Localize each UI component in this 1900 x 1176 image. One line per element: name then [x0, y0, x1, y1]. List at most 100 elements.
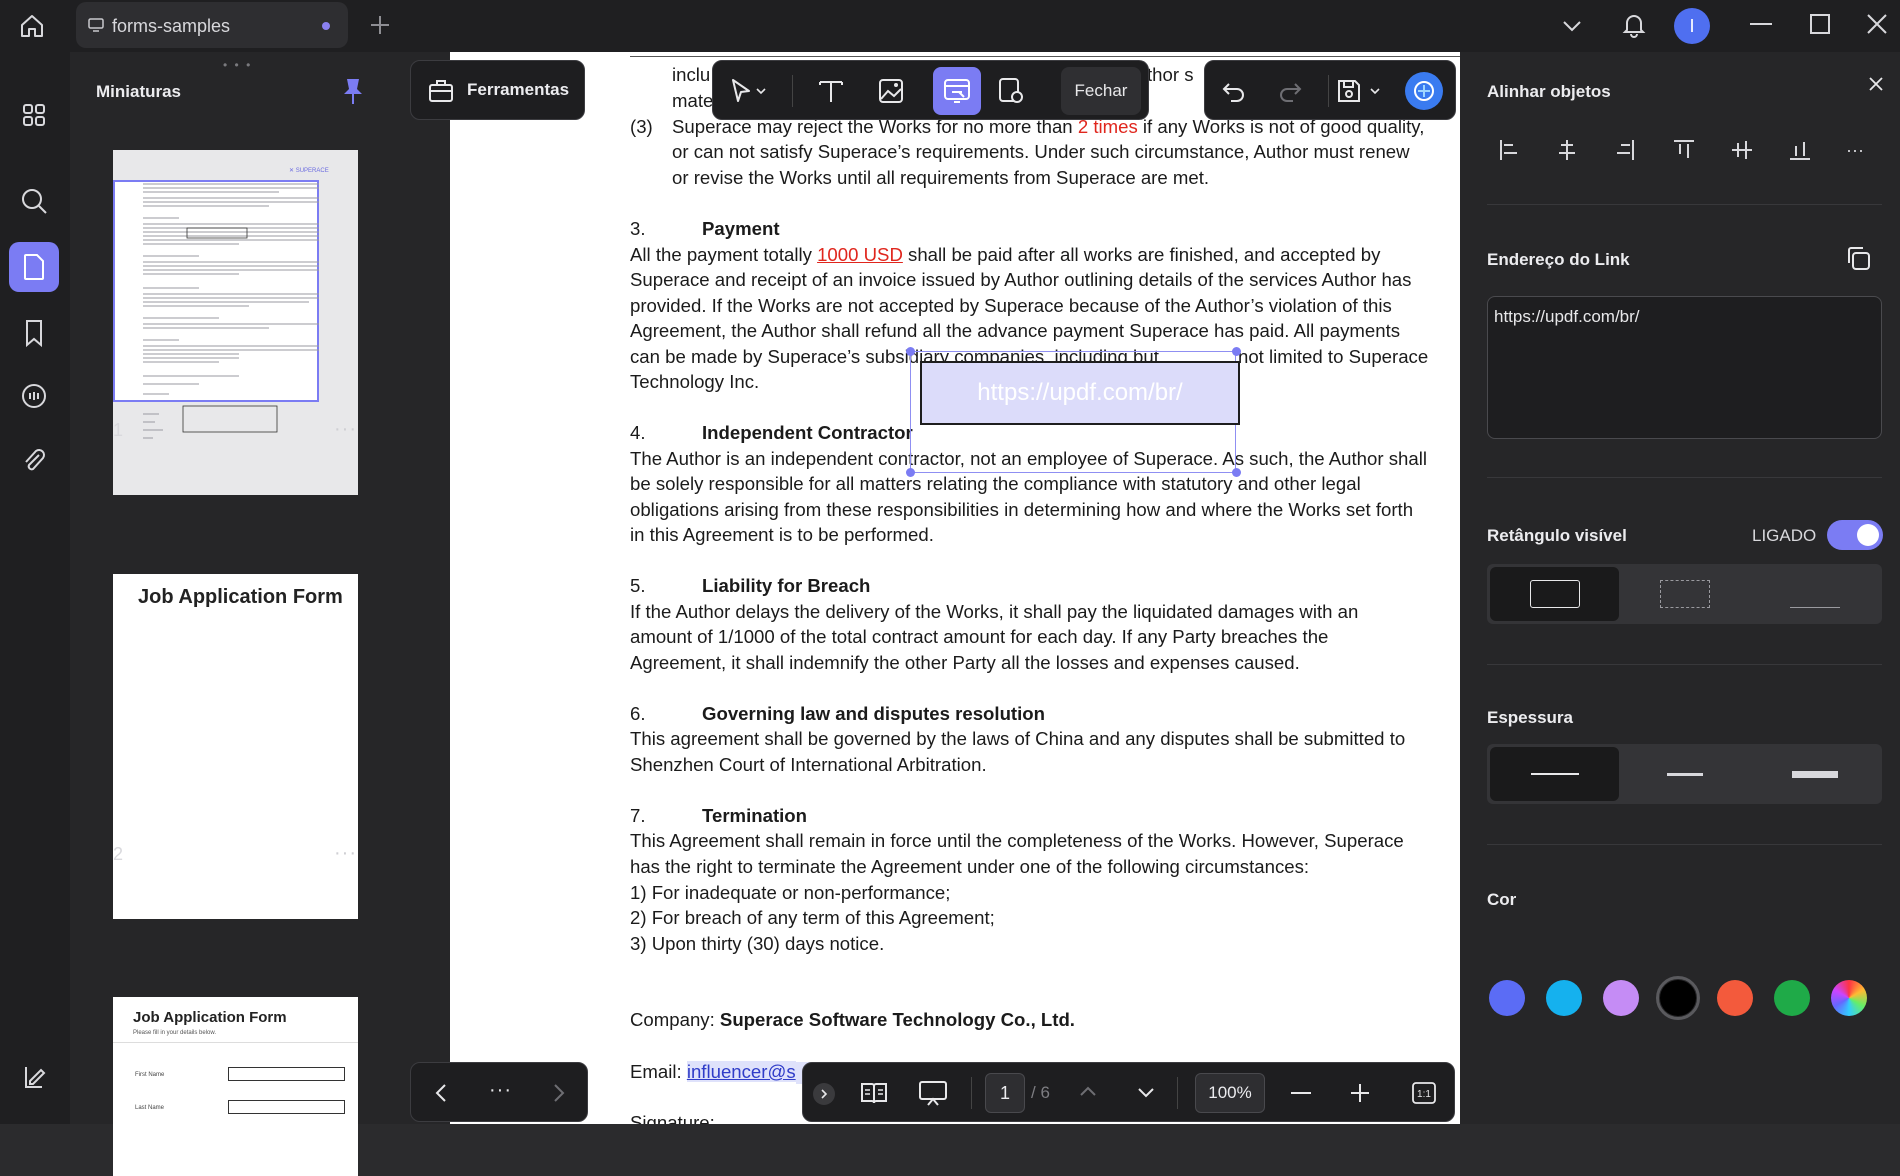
page-thumbnail-1[interactable]: ✕ SUPERACE — [113, 150, 358, 495]
slideshow-icon[interactable] — [917, 1079, 949, 1107]
color-swatch-cyan[interactable] — [1546, 980, 1582, 1016]
doc-line: or revise the Works until all requiremen… — [672, 167, 1210, 188]
more-align-icon[interactable]: ··· — [1846, 140, 1864, 161]
resize-handle[interactable] — [906, 468, 915, 477]
next-page-icon[interactable] — [551, 1081, 567, 1105]
zoom-input[interactable]: 100% — [1195, 1073, 1265, 1113]
doc-line: 3) Upon thirty (30) days notice. — [630, 933, 885, 954]
search-icon[interactable] — [9, 176, 59, 226]
link-address-title: Endereço do Link — [1487, 250, 1630, 269]
page-thumbnail-2[interactable]: Job Application Form — [113, 574, 358, 919]
bookmark-icon[interactable] — [9, 308, 59, 358]
toolbar-divider — [971, 1077, 972, 1109]
page-1-more-button[interactable]: ··· — [334, 418, 357, 441]
align-left-icon[interactable] — [1498, 138, 1520, 162]
link-annotation[interactable]: https://updf.com/br/ — [906, 347, 1241, 477]
prev-page-icon[interactable] — [433, 1081, 449, 1105]
link-tool-icon[interactable] — [933, 67, 981, 115]
resize-handle[interactable] — [1232, 468, 1241, 477]
page-input[interactable]: 1 — [985, 1073, 1025, 1113]
page-3-last-name-label: Last Name — [135, 1105, 165, 1111]
color-picker-icon[interactable] — [1831, 980, 1867, 1016]
align-center-vertical-icon[interactable] — [1730, 138, 1754, 162]
doc-line: not limited to Superace — [1238, 346, 1429, 367]
page-thumbnail-3[interactable]: Job Application Form Please fill in your… — [113, 997, 358, 1176]
border-underline-option[interactable] — [1750, 567, 1879, 621]
doc-list-number: (3) — [630, 116, 653, 137]
close-panel-icon[interactable] — [1868, 76, 1884, 92]
doc-line: Agreement, the Author shall refund all t… — [630, 320, 1401, 341]
resize-handle[interactable] — [1232, 347, 1241, 356]
close-window-icon[interactable] — [1866, 13, 1888, 35]
thickness-medium-option[interactable] — [1620, 747, 1749, 801]
doc-line: has the right to terminate the Agreement… — [630, 856, 1310, 877]
undo-icon[interactable] — [1221, 78, 1247, 104]
page-2-more-button[interactable]: ··· — [334, 842, 357, 865]
color-swatch-orange[interactable] — [1717, 980, 1753, 1016]
document-tab[interactable]: forms-samples — [76, 2, 348, 48]
svg-text:✕ SUPERACE: ✕ SUPERACE — [289, 168, 329, 174]
align-center-horizontal-icon[interactable] — [1556, 138, 1578, 162]
thickness-thin-option[interactable] — [1490, 747, 1619, 801]
color-swatch-purple[interactable] — [1603, 980, 1639, 1016]
avatar[interactable]: I — [1674, 8, 1710, 44]
text-tool-icon[interactable] — [817, 77, 845, 105]
doc-line: 2) For breach of any term of this Agreem… — [630, 907, 995, 928]
align-right-icon[interactable] — [1614, 138, 1636, 162]
comment-icon[interactable] — [9, 372, 59, 422]
screen-icon — [88, 18, 104, 32]
feedback-icon[interactable] — [9, 1052, 59, 1102]
thickness-thick-option[interactable] — [1750, 747, 1879, 801]
bottom-toolbar: 1 / 6 100% 1:1 — [802, 1062, 1455, 1122]
link-address-input[interactable]: https://updf.com/br/ — [1487, 296, 1882, 439]
maximize-icon[interactable] — [1810, 14, 1830, 34]
home-icon[interactable] — [18, 12, 46, 40]
drag-handle-icon[interactable]: • • • — [223, 58, 252, 72]
redo-icon[interactable] — [1277, 78, 1303, 104]
toggle-knob — [1857, 524, 1879, 546]
apps-icon[interactable] — [9, 90, 59, 140]
visible-rectangle-toggle[interactable] — [1827, 520, 1883, 550]
align-bottom-icon[interactable] — [1788, 138, 1812, 162]
align-top-icon[interactable] — [1672, 138, 1696, 162]
color-swatch-green[interactable] — [1774, 980, 1810, 1016]
color-swatch-blue[interactable] — [1489, 980, 1525, 1016]
attachment-icon[interactable] — [9, 436, 59, 486]
color-title: Cor — [1487, 890, 1517, 909]
copy-icon[interactable] — [1844, 244, 1872, 272]
border-dashed-option[interactable] — [1620, 567, 1749, 621]
toolbar-divider — [792, 75, 793, 107]
border-solid-option[interactable] — [1490, 567, 1619, 621]
svg-text:1:1: 1:1 — [1417, 1089, 1431, 1100]
doc-line: Technology Inc. — [630, 371, 760, 392]
bell-icon[interactable] — [1620, 10, 1648, 38]
chevron-down-icon[interactable] — [1560, 14, 1584, 38]
close-edit-button[interactable]: Fechar — [1061, 67, 1141, 115]
page-up-icon[interactable] — [1077, 1081, 1099, 1103]
section-number: 3. — [630, 218, 646, 239]
tools-button[interactable]: Ferramentas — [410, 60, 585, 120]
more-icon[interactable]: ··· — [489, 1079, 512, 1102]
ai-assistant-icon[interactable] — [1405, 72, 1443, 110]
thumbnails-icon[interactable] — [9, 242, 59, 292]
link-rectangle[interactable]: https://updf.com/br/ — [920, 361, 1240, 425]
expand-icon[interactable] — [813, 1083, 835, 1105]
new-tab-icon[interactable] — [368, 13, 392, 37]
toolbox-icon — [429, 80, 453, 102]
minimize-icon[interactable] — [1750, 23, 1772, 25]
save-icon[interactable] — [1335, 77, 1385, 105]
page-down-icon[interactable] — [1135, 1081, 1157, 1103]
image-tool-icon[interactable] — [877, 77, 905, 105]
zoom-in-icon[interactable] — [1349, 1082, 1371, 1104]
pin-icon[interactable] — [342, 76, 364, 106]
section-number: 4. — [630, 422, 646, 443]
pointer-icon[interactable] — [729, 77, 769, 105]
section-title: Independent Contractor — [702, 422, 913, 443]
actual-size-icon[interactable]: 1:1 — [1411, 1081, 1437, 1105]
thickness-selector — [1487, 744, 1882, 804]
zoom-out-icon[interactable] — [1291, 1092, 1311, 1094]
location-link-icon[interactable] — [996, 76, 1026, 106]
color-swatch-black[interactable] — [1660, 980, 1696, 1016]
reading-mode-icon[interactable] — [859, 1079, 889, 1107]
resize-handle[interactable] — [906, 347, 915, 356]
